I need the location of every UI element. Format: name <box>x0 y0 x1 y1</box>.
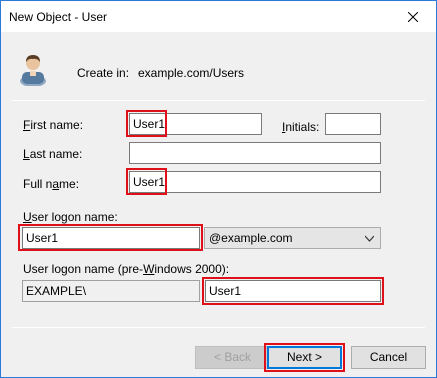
separator-bottom <box>12 327 425 328</box>
close-button[interactable] <box>390 1 436 32</box>
last-name-field[interactable] <box>129 142 381 164</box>
create-in-value: example.com/Users <box>138 66 245 80</box>
logon-name-highlight <box>18 224 203 251</box>
window-title: New Object - User <box>9 10 108 24</box>
title-bar[interactable]: New Object - User <box>1 1 436 32</box>
separator-top <box>12 100 425 101</box>
pre2000-label: User logon name (pre-Windows 2000): <box>23 262 230 276</box>
user-icon <box>20 55 46 86</box>
first-name-highlight <box>126 110 167 137</box>
domain-suffix-value: @example.com <box>209 231 293 245</box>
next-button-highlight <box>264 343 345 372</box>
close-icon <box>408 11 418 22</box>
back-button[interactable]: < Back <box>195 346 270 369</box>
pre2000-highlight <box>202 277 384 305</box>
logon-name-label: User logon name: <box>23 210 118 224</box>
dialog-body: Create in: example.com/Users First name:… <box>1 32 436 377</box>
initials-label: Initials: <box>282 120 320 134</box>
pre2000-domain-field: EXAMPLE\ <box>22 280 200 302</box>
new-object-user-dialog: New Object - User Create in: example.com… <box>0 0 437 378</box>
last-name-label: Last name: <box>23 147 83 161</box>
cancel-button[interactable]: Cancel <box>351 346 426 369</box>
create-in-label: Create in: <box>77 66 130 80</box>
first-name-label: First name: <box>23 118 84 132</box>
full-name-highlight <box>126 168 167 195</box>
domain-suffix-select[interactable]: @example.com <box>204 227 381 249</box>
chevron-down-icon <box>365 235 374 242</box>
initials-field[interactable] <box>325 113 381 135</box>
full-name-label: Full name: <box>23 177 80 191</box>
